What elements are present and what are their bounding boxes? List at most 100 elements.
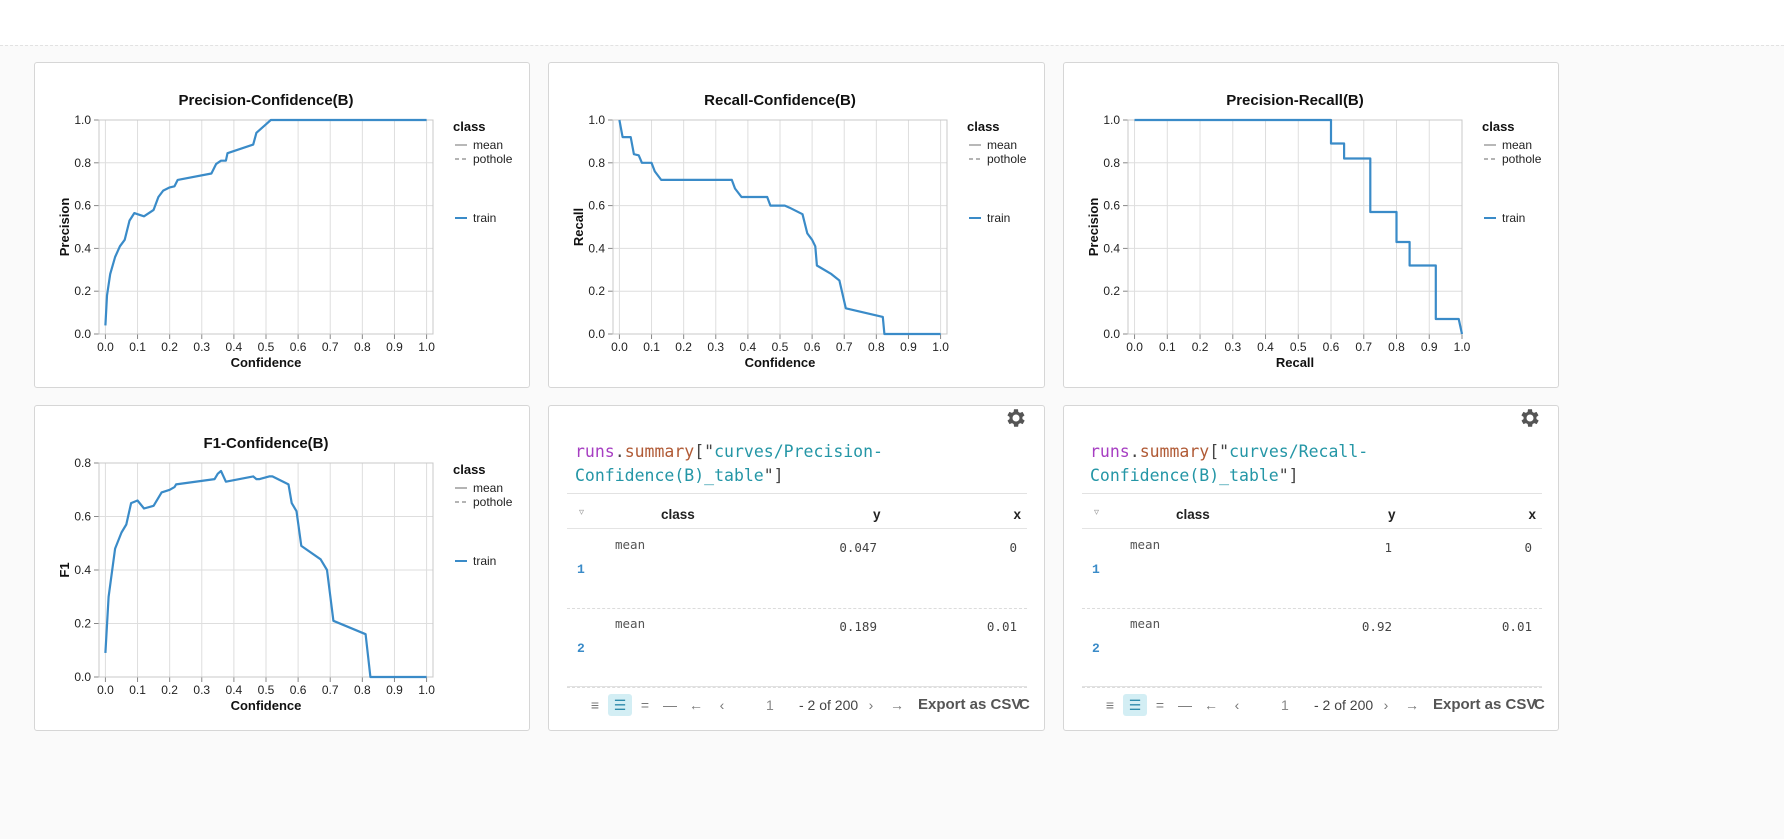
chart-panel-precision-recall[interactable]: Precision-Recall(B) 0.0 0.1 0.2 0.3 0.4 0.5 0.6… <box>1063 62 1559 388</box>
chart-title: Precision-Confidence(B) <box>178 92 353 109</box>
x-tick-label: 0.1 <box>129 683 146 697</box>
filter-icon[interactable]: ▿ <box>579 507 584 518</box>
cell-class: mean <box>1130 616 1161 631</box>
chart-svg: Precision-Confidence(B) 0.0 0.1 0.2 0.3 0.4 0.… <box>57 92 513 370</box>
chevron-left-icon[interactable]: ‹ <box>1225 694 1249 716</box>
legend-label-mean: mean <box>473 481 503 495</box>
legend-label-pothole: pothole <box>987 152 1027 166</box>
y-tick-label: 0.2 <box>1103 284 1120 298</box>
expr-open: [" <box>694 442 715 461</box>
x-tick-label: 0.8 <box>868 340 885 354</box>
y-axis-title: Recall <box>571 208 586 246</box>
x-tick-label: 0.8 <box>354 683 371 697</box>
cell-x: 0 <box>1009 540 1017 555</box>
y-tick-label: 0.8 <box>74 156 91 170</box>
x-tick-label: 0.1 <box>1159 340 1176 354</box>
column-header-class[interactable]: class <box>661 507 695 522</box>
page-count: - 2 of 200 <box>799 697 859 713</box>
gear-icon[interactable] <box>1004 406 1028 430</box>
rows-normal-icon[interactable]: ☰ <box>1123 694 1147 716</box>
chart-svg: Recall-Confidence(B) 0.0 0.1 0.2 0.3 0.4 0.5 0.… <box>571 92 1027 370</box>
expr-function: summary <box>624 442 695 461</box>
arrow-right-icon[interactable]: → <box>885 694 909 716</box>
page-input[interactable]: 1 <box>1281 697 1289 713</box>
x-tick-label: 0.7 <box>322 683 339 697</box>
rows-normal-icon[interactable]: ☰ <box>608 694 632 716</box>
legend-title: class <box>453 119 486 134</box>
toolbar-overflow-label[interactable]: C <box>1534 696 1545 713</box>
query-expression[interactable]: runs.summary["curves/Recall-Confidence(B… <box>1090 440 1420 488</box>
x-tick-label: 0.2 <box>161 340 178 354</box>
column-header-y[interactable]: y <box>1388 507 1396 522</box>
expr-dot: . <box>614 442 625 461</box>
y-tick-label: 0.4 <box>1103 241 1120 255</box>
column-header-x[interactable]: x <box>1013 507 1021 522</box>
x-tick-label: 0.6 <box>804 340 821 354</box>
x-tick-label: 0.8 <box>354 340 371 354</box>
query-expression[interactable]: runs.summary["curves/Precision-Confidenc… <box>575 440 905 488</box>
x-tick-label: 1.0 <box>932 340 949 354</box>
x-axis-title: Recall <box>1276 355 1314 370</box>
table-row[interactable]: 2 mean 0.92 0.01 <box>1082 608 1542 688</box>
rows-tall-icon[interactable]: = <box>633 694 657 716</box>
x-tick-label: 0.0 <box>97 683 114 697</box>
x-tick-label: 0.0 <box>1126 340 1143 354</box>
chart-panel-precision-confidence[interactable]: Precision-Confidence(B) 0.0 0.1 0.2 0.3 0.4 0.… <box>34 62 530 388</box>
x-tick-label: 0.7 <box>322 340 339 354</box>
y-tick-label: 0.4 <box>74 241 91 255</box>
toolbar-overflow-label[interactable]: C <box>1019 696 1030 713</box>
table-row[interactable]: 1 mean 0.047 0 <box>567 529 1027 609</box>
y-tick-label: 0.8 <box>1103 156 1120 170</box>
y-tick-label: 0.6 <box>1103 199 1120 213</box>
arrow-right-icon[interactable]: → <box>1400 694 1424 716</box>
cell-y: 1 <box>1384 540 1392 555</box>
y-tick-label: 0.2 <box>588 284 605 298</box>
column-header-y[interactable]: y <box>873 507 881 522</box>
column-header-class[interactable]: class <box>1176 507 1210 522</box>
rows-min-icon[interactable]: — <box>658 694 682 716</box>
table-row[interactable]: 2 mean 0.189 0.01 <box>567 608 1027 688</box>
x-tick-label: 0.9 <box>900 340 917 354</box>
export-csv-button[interactable]: Export as CSV <box>1433 696 1536 713</box>
table-row[interactable]: 1 mean 1 0 <box>1082 529 1542 609</box>
column-header-x[interactable]: x <box>1528 507 1536 522</box>
rows-tall-icon[interactable]: = <box>1148 694 1172 716</box>
x-tick-label: 1.0 <box>418 683 435 697</box>
export-csv-button[interactable]: Export as CSV <box>918 696 1021 713</box>
y-tick-label: 0.0 <box>74 327 91 341</box>
y-tick-label: 0.6 <box>588 199 605 213</box>
chart-title: Recall-Confidence(B) <box>704 92 856 109</box>
x-axis-title: Confidence <box>231 355 302 370</box>
table-toolbar: ≡ ☰ = — ← ‹ 1 - 2 of 200 › → Export as C… <box>567 686 1030 723</box>
y-tick-label: 1.0 <box>74 113 91 127</box>
page-input[interactable]: 1 <box>766 697 774 713</box>
rows-min-icon[interactable]: — <box>1173 694 1197 716</box>
rows-compact-icon[interactable]: ≡ <box>583 694 607 716</box>
cell-class: mean <box>615 537 646 552</box>
chart-panel-recall-confidence[interactable]: Recall-Confidence(B) 0.0 0.1 0.2 0.3 0.4 0.5 0.… <box>548 62 1045 388</box>
y-tick-label: 0.2 <box>74 284 91 298</box>
filter-icon[interactable]: ▿ <box>1094 507 1099 518</box>
x-tick-label: 0.2 <box>161 683 178 697</box>
row-index: 2 <box>577 641 585 656</box>
x-tick-label: 0.5 <box>1290 340 1307 354</box>
x-tick-label: 0.3 <box>193 340 210 354</box>
rows-compact-icon[interactable]: ≡ <box>1098 694 1122 716</box>
chevron-left-icon[interactable]: ‹ <box>710 694 734 716</box>
row-index: 1 <box>1092 562 1100 577</box>
gear-icon[interactable] <box>1518 406 1542 430</box>
cell-y: 0.189 <box>839 619 877 634</box>
legend-label-pothole: pothole <box>473 495 513 509</box>
arrow-left-icon[interactable]: ← <box>684 694 708 716</box>
chevron-right-icon[interactable]: › <box>1374 694 1398 716</box>
y-tick-label: 0.0 <box>588 327 605 341</box>
expr-open: [" <box>1209 442 1230 461</box>
y-tick-label: 0.4 <box>588 241 605 255</box>
chevron-right-icon[interactable]: › <box>859 694 883 716</box>
arrow-left-icon[interactable]: ← <box>1199 694 1223 716</box>
plot-frame <box>1127 119 1463 335</box>
x-tick-label: 0.1 <box>129 340 146 354</box>
chart-panel-f1-confidence[interactable]: F1-Confidence(B) 0.0 0.1 0.2 0.3 0.4 0.5 0.6 0.7… <box>34 405 530 731</box>
page-count: - 2 of 200 <box>1314 697 1374 713</box>
table-toolbar: ≡ ☰ = — ← ‹ 1 - 2 of 200 › → Export as C… <box>1082 686 1545 723</box>
